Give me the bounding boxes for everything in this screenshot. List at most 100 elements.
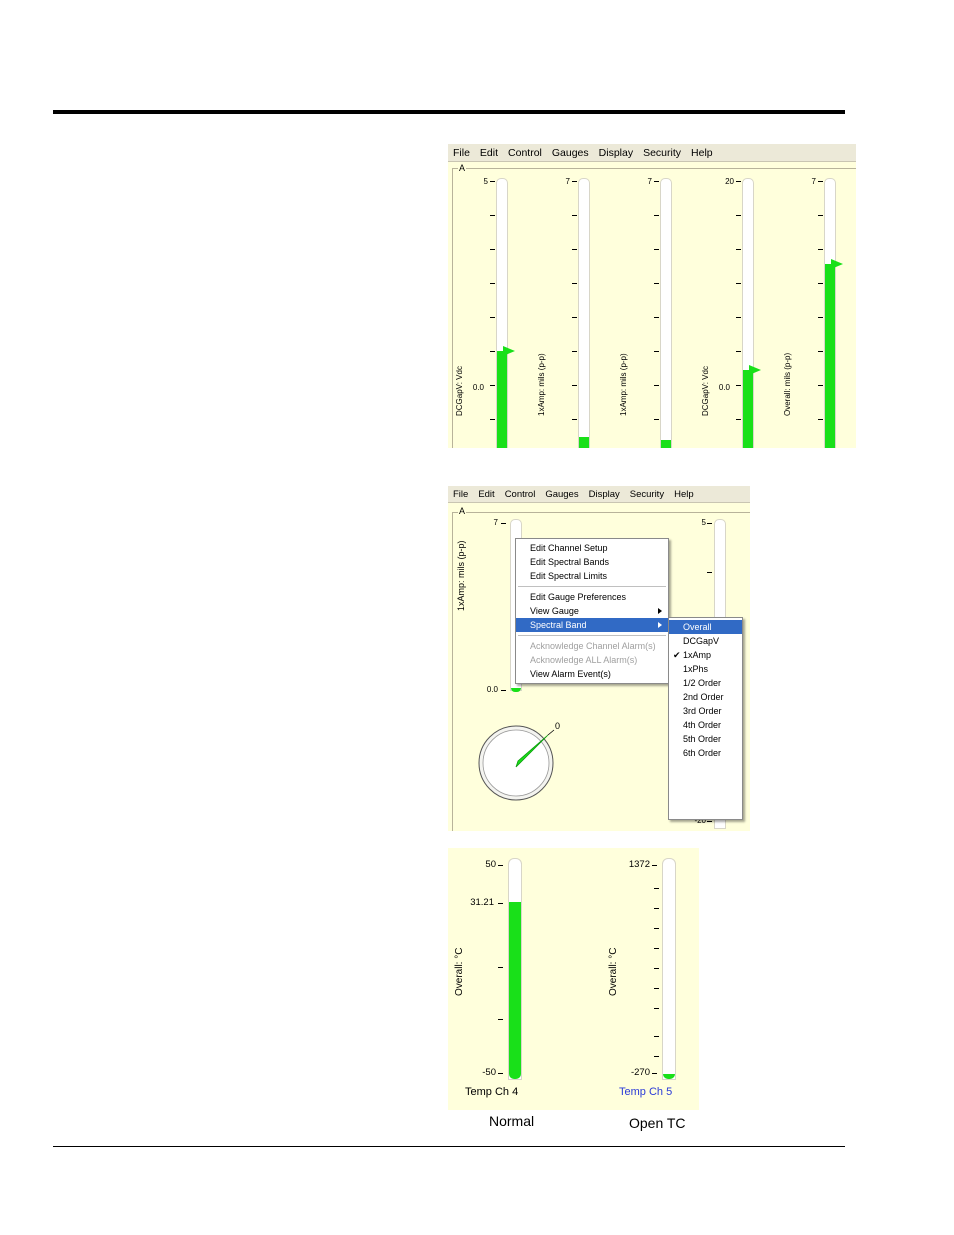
menu-spectral-band[interactable]: Spectral Band: [516, 618, 668, 632]
menu-edit-spectral-bands[interactable]: Edit Spectral Bands: [516, 555, 668, 569]
bar-gauge-fill: [661, 440, 671, 448]
bar-gauge-tick: [572, 351, 577, 352]
menu-view-gauge[interactable]: View Gauge: [516, 604, 668, 618]
bar-gauge-tick: [572, 181, 577, 182]
bar-gauge-max-label: 7: [565, 177, 570, 186]
menu-gauges[interactable]: Gauges: [552, 147, 589, 159]
menu-bar: File Edit Control Gauges Display Securit…: [448, 144, 856, 162]
menu-bar: File Edit Control Gauges Display Securit…: [448, 486, 750, 503]
submenu-item-label: 4th Order: [683, 720, 722, 730]
bar-gauge-tick: [490, 351, 495, 352]
screenshot-temperature-gauges: Overall: °C 50 31.21 -50 Temp Ch 4 Overa…: [448, 848, 699, 1110]
menu-display[interactable]: Display: [589, 489, 620, 500]
submenu-item[interactable]: 2nd Order: [669, 690, 742, 704]
menu-control[interactable]: Control: [505, 489, 536, 500]
right-gauge-units-label: Overall: °C: [608, 947, 619, 996]
submenu-item[interactable]: 5th Order: [669, 732, 742, 746]
submenu-item[interactable]: DCGapV: [669, 634, 742, 648]
submenu-item-label: Overall: [683, 622, 712, 632]
bar-gauge-max-label: 20: [725, 177, 734, 186]
menu-file[interactable]: File: [453, 489, 468, 500]
submenu-item[interactable]: 1xPhs: [669, 662, 742, 676]
right-gauge-tube[interactable]: [662, 858, 676, 1080]
submenu-item[interactable]: 3rd Order: [669, 704, 742, 718]
menu-separator: [518, 586, 666, 587]
right-gauge-tick: [654, 1036, 659, 1037]
menu-control[interactable]: Control: [508, 147, 542, 159]
menu-view-gauge-label: View Gauge: [530, 606, 579, 616]
submenu-item-label: 5th Order: [683, 734, 722, 744]
screenshot-bar-gauges: File Edit Control Gauges Display Securit…: [448, 144, 856, 448]
bar-gauge-tick: [490, 249, 495, 250]
menu-security[interactable]: Security: [643, 147, 681, 159]
submenu-item[interactable]: 1/2 Order: [669, 676, 742, 690]
bar-gauge-max-label: 7: [647, 177, 652, 186]
menu-edit[interactable]: Edit: [480, 147, 498, 159]
bar-gauge-zero-label: 0.0: [718, 383, 730, 392]
left-gauge-min-label: -50: [482, 1067, 496, 1078]
menu-security[interactable]: Security: [630, 489, 664, 500]
bar-gauge-tube[interactable]: [660, 178, 672, 448]
bar-gauge-tick: [572, 215, 577, 216]
menu-edit-spectral-limits[interactable]: Edit Spectral Limits: [516, 569, 668, 583]
submenu-item[interactable]: Overall: [669, 620, 742, 634]
bar-gauge-tick: [490, 317, 495, 318]
bar-gauge-fill: [579, 437, 589, 448]
bar-gauge-tick: [572, 249, 577, 250]
submenu-item[interactable]: 4th Order: [669, 718, 742, 732]
menu-gauges[interactable]: Gauges: [545, 489, 578, 500]
submenu-item-label: 6th Order: [683, 748, 722, 758]
bar-gauge-fill: [497, 351, 507, 448]
bar-gauge-tick: [572, 317, 577, 318]
bar-gauge-units-label: Overall: mils (p-p): [783, 352, 792, 416]
left-channel-name: Temp Ch 4: [465, 1086, 519, 1098]
bar-gauge-tick: [654, 283, 659, 284]
menu-edit[interactable]: Edit: [478, 489, 494, 500]
submenu-item-label: 1xPhs: [683, 664, 709, 674]
screenshot-context-menu: File Edit Control Gauges Display Securit…: [448, 486, 750, 831]
gauge-tick: [501, 690, 506, 691]
right-gauge-tick: [654, 888, 659, 889]
bar-gauge-tick: [736, 385, 741, 386]
dial-gauge[interactable]: [478, 721, 568, 811]
menu-file[interactable]: File: [453, 147, 470, 159]
right-gauge-tick: [652, 865, 657, 866]
bar-gauge-tick: [818, 317, 823, 318]
bar-gauge-tick: [654, 385, 659, 386]
gauge-units-label: 1xAmp: mils (p-p): [456, 540, 466, 611]
menu-help[interactable]: Help: [691, 147, 713, 159]
bar-gauge-tube[interactable]: [578, 178, 590, 448]
header-rule: [53, 110, 845, 114]
left-gauge-tick: [498, 967, 503, 968]
menu-edit-gauge-preferences[interactable]: Edit Gauge Preferences: [516, 590, 668, 604]
right-channel-name: Temp Ch 5: [619, 1086, 673, 1098]
menu-ack-channel-alarms[interactable]: Acknowledge Channel Alarm(s): [516, 639, 668, 653]
bar-gauge-tick: [654, 181, 659, 182]
checkmark-icon: ✔: [673, 650, 681, 660]
bar-gauge-tick: [736, 283, 741, 284]
bar-gauge-tick: [572, 385, 577, 386]
menu-help[interactable]: Help: [674, 489, 694, 500]
left-gauge-units-label: Overall: °C: [454, 947, 465, 996]
left-gauge-tick: [498, 865, 503, 866]
right-gauge-tick: [654, 1056, 659, 1057]
bar-gauge-units-label: DCGapV: Vdc: [455, 366, 464, 416]
menu-display[interactable]: Display: [599, 147, 633, 159]
bar-gauge-tick: [736, 215, 741, 216]
bar-gauge-tick: [490, 283, 495, 284]
submenu-item[interactable]: ✔ 1xAmp: [669, 648, 742, 662]
bar-gauge-units-label: 1xAmp: mils (p-p): [619, 353, 628, 416]
bar-gauge-tick: [736, 249, 741, 250]
gauge-max-label: 7: [493, 518, 498, 527]
bar-gauge-tick: [654, 419, 659, 420]
bar-gauge-tick: [490, 385, 495, 386]
right-gauge-max-label: 1372: [628, 859, 650, 870]
menu-view-alarm-events[interactable]: View Alarm Event(s): [516, 667, 668, 681]
bar-gauge-tick: [818, 215, 823, 216]
right-gauge-tick: [654, 968, 659, 969]
group-frame: [452, 168, 856, 448]
submenu-item[interactable]: 6th Order: [669, 746, 742, 760]
menu-edit-channel-setup[interactable]: Edit Channel Setup: [516, 541, 668, 555]
alarm-marker-icon: [831, 259, 843, 269]
menu-ack-all-alarms[interactable]: Acknowledge ALL Alarm(s): [516, 653, 668, 667]
